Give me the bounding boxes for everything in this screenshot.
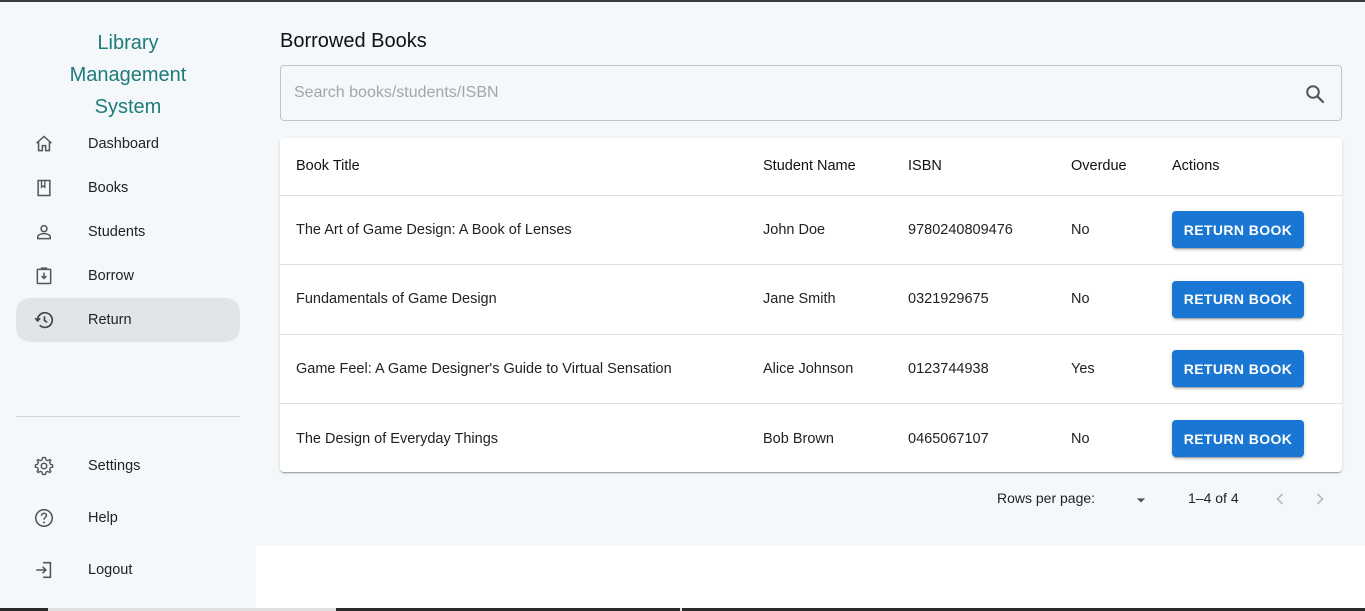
cell-book-title: Game Feel: A Game Designer's Guide to Vi… bbox=[280, 334, 747, 404]
book-icon bbox=[32, 176, 56, 200]
table-row: The Art of Game Design: A Book of Lenses… bbox=[280, 195, 1342, 265]
search-input[interactable] bbox=[294, 66, 1294, 120]
pagination-range: 1–4 of 4 bbox=[1188, 490, 1239, 506]
cell-isbn: 0465067107 bbox=[908, 430, 989, 447]
sidebar-item-return[interactable]: Return bbox=[16, 298, 240, 342]
cell-isbn: 0321929675 bbox=[892, 264, 1055, 335]
column-header-actions: Actions bbox=[1156, 138, 1342, 196]
rows-per-page-select[interactable] bbox=[1131, 490, 1151, 516]
sidebar: Library Management System Dashboard Book… bbox=[0, 2, 256, 608]
sidebar-item-logout[interactable]: Logout bbox=[16, 544, 240, 596]
return-book-button[interactable]: RETURN BOOK bbox=[1172, 211, 1304, 249]
gear-icon bbox=[32, 454, 56, 478]
column-header-student-name[interactable]: Student Name bbox=[747, 138, 892, 196]
cell-overdue: No bbox=[1071, 430, 1090, 447]
sidebar-item-settings[interactable]: Settings bbox=[16, 440, 240, 492]
sidebar-item-books[interactable]: Books bbox=[16, 166, 240, 210]
sidebar-item-label: Help bbox=[88, 510, 118, 526]
search-field bbox=[280, 65, 1342, 121]
table-row: The Design of Everyday Things Bob Brown … bbox=[280, 404, 1342, 474]
table-row: Fundamentals of Game Design Jane Smith 0… bbox=[280, 264, 1342, 335]
cell-book-title: The Design of Everyday Things bbox=[296, 430, 499, 447]
borrowed-books-table: Book Title Student Name ISBN Overdue Act… bbox=[280, 138, 1342, 473]
sidebar-item-dashboard[interactable]: Dashboard bbox=[16, 122, 240, 166]
cell-student-name: John Doe bbox=[747, 195, 892, 265]
page-title: Borrowed Books bbox=[280, 30, 427, 52]
cell-overdue: Yes bbox=[1055, 334, 1156, 404]
cell-overdue: No bbox=[1055, 195, 1156, 265]
sidebar-item-label: Settings bbox=[88, 458, 141, 474]
cell-actions: RETURN BOOK bbox=[1156, 404, 1342, 474]
sidebar-item-label: Logout bbox=[88, 562, 133, 578]
cell-actions: RETURN BOOK bbox=[1156, 264, 1342, 335]
borrow-icon bbox=[32, 264, 56, 288]
person-icon bbox=[32, 220, 56, 244]
return-book-button[interactable]: RETURN BOOK bbox=[1172, 350, 1304, 388]
chevron-left-icon bbox=[1276, 493, 1284, 505]
rows-per-page-label: Rows per page: bbox=[997, 490, 1096, 506]
sidebar-item-label: Dashboard bbox=[88, 136, 159, 152]
column-header-overdue[interactable]: Overdue bbox=[1055, 138, 1156, 196]
return-book-button[interactable]: RETURN BOOK bbox=[1172, 420, 1304, 457]
chevron-right-icon bbox=[1316, 493, 1324, 505]
cell-overdue: No bbox=[1055, 264, 1156, 335]
sidebar-nav: Dashboard Books Students Borrow Return bbox=[16, 122, 240, 342]
cell-isbn: 0123744938 bbox=[892, 334, 1055, 404]
column-header-isbn[interactable]: ISBN bbox=[892, 138, 1055, 196]
sidebar-bottom-nav: Settings Help Logout bbox=[16, 440, 240, 596]
cell-actions: RETURN BOOK bbox=[1156, 195, 1342, 265]
previous-page-button[interactable] bbox=[1268, 487, 1292, 511]
sidebar-item-students[interactable]: Students bbox=[16, 210, 240, 254]
sidebar-item-label: Students bbox=[88, 224, 146, 240]
logout-icon bbox=[32, 558, 56, 582]
cell-student-name: Jane Smith bbox=[747, 264, 892, 335]
column-header-book-title[interactable]: Book Title bbox=[280, 138, 747, 196]
table-header-row: Book Title Student Name ISBN Overdue Act… bbox=[280, 138, 1342, 196]
history-icon bbox=[32, 308, 56, 332]
search-icon[interactable] bbox=[1303, 82, 1327, 106]
sidebar-item-label: Borrow bbox=[88, 268, 134, 284]
home-icon bbox=[32, 132, 56, 156]
table-row: Game Feel: A Game Designer's Guide to Vi… bbox=[280, 334, 1342, 404]
main-content: Borrowed Books Book Title Student Name I… bbox=[256, 2, 1365, 546]
cell-isbn: 9780240809476 bbox=[892, 195, 1055, 265]
cell-student-name: Alice Johnson bbox=[747, 334, 892, 404]
borrowed-books-table-card: Book Title Student Name ISBN Overdue Act… bbox=[280, 138, 1342, 472]
cell-student-name: Bob Brown bbox=[763, 430, 834, 447]
sidebar-item-label: Books bbox=[88, 180, 129, 196]
cell-book-title: The Art of Game Design: A Book of Lenses bbox=[280, 195, 747, 265]
sidebar-item-borrow[interactable]: Borrow bbox=[16, 254, 240, 298]
help-icon bbox=[32, 506, 56, 530]
cell-actions: RETURN BOOK bbox=[1156, 334, 1342, 404]
next-page-button[interactable] bbox=[1308, 487, 1332, 511]
sidebar-item-label: Return bbox=[88, 312, 132, 328]
chevron-down-icon bbox=[1136, 498, 1146, 503]
return-book-button[interactable]: RETURN BOOK bbox=[1172, 280, 1304, 318]
cell-book-title: Fundamentals of Game Design bbox=[280, 264, 747, 335]
sidebar-item-help[interactable]: Help bbox=[16, 492, 240, 544]
app-title: Library Management System bbox=[69, 32, 187, 118]
sidebar-divider bbox=[16, 416, 240, 417]
